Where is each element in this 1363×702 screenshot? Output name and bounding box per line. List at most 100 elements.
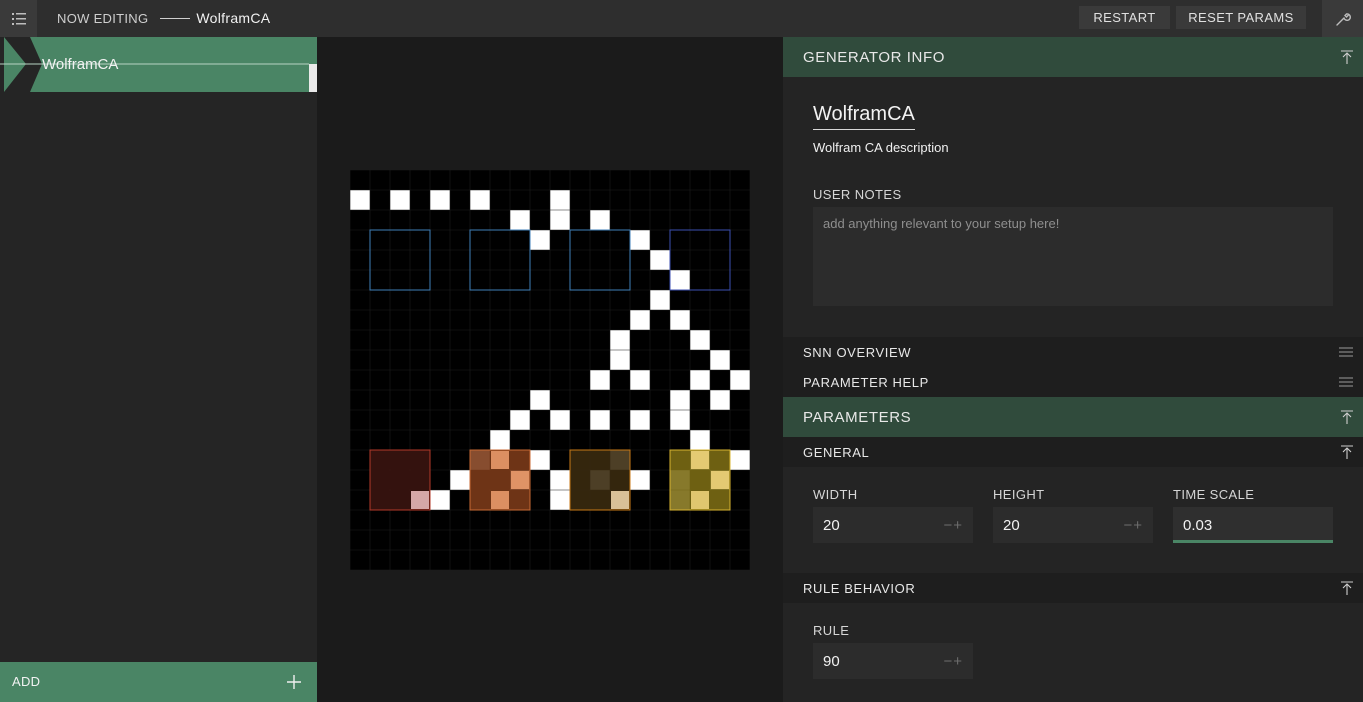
drag-handle-icon bbox=[1339, 347, 1353, 357]
width-stepper[interactable]: 20 −+ bbox=[813, 507, 973, 543]
active-cell bbox=[670, 310, 690, 330]
collapse-up-icon[interactable] bbox=[1341, 581, 1353, 595]
reset-params-button[interactable]: RESET PARAMS bbox=[1176, 6, 1306, 29]
info-panel: GENERATOR INFO WolframCA Wolfram CA desc… bbox=[783, 37, 1363, 702]
active-cell bbox=[650, 290, 670, 310]
rule-behavior-header[interactable]: RULE BEHAVIOR bbox=[783, 573, 1363, 603]
active-cell bbox=[430, 190, 450, 210]
active-cell bbox=[510, 210, 530, 230]
collapse-up-icon[interactable] bbox=[1341, 445, 1353, 459]
rule-behavior-title: RULE BEHAVIOR bbox=[803, 580, 916, 596]
active-cell bbox=[550, 410, 570, 430]
collapse-up-icon[interactable] bbox=[1341, 410, 1353, 424]
height-label: HEIGHT bbox=[993, 487, 1045, 502]
active-cell bbox=[670, 390, 690, 410]
active-cell bbox=[390, 190, 410, 210]
hamburger-menu-icon[interactable] bbox=[0, 0, 37, 37]
parameter-help-header[interactable]: PARAMETER HELP bbox=[783, 367, 1363, 397]
output-cell bbox=[491, 451, 509, 469]
output-cell bbox=[711, 471, 729, 489]
now-editing-label: NOW EDITING bbox=[57, 10, 149, 26]
plus-icon bbox=[287, 675, 301, 689]
collapse-up-icon[interactable] bbox=[1341, 50, 1353, 64]
height-value: 20 bbox=[1003, 517, 1020, 534]
rule-value: 90 bbox=[823, 653, 840, 670]
stepper-buttons[interactable]: −+ bbox=[943, 517, 963, 534]
active-cell bbox=[530, 390, 550, 410]
height-stepper[interactable]: 20 −+ bbox=[993, 507, 1153, 543]
output-cell bbox=[691, 491, 709, 509]
drag-handle-icon bbox=[1339, 377, 1353, 387]
snn-overview-title: SNN OVERVIEW bbox=[803, 344, 912, 360]
user-notes-textarea[interactable]: add anything relevant to your setup here… bbox=[813, 207, 1333, 306]
active-cell bbox=[530, 450, 550, 470]
active-cell bbox=[630, 370, 650, 390]
active-cell bbox=[510, 410, 530, 430]
active-cell bbox=[530, 230, 550, 250]
active-cell bbox=[670, 410, 690, 430]
output-cell bbox=[511, 471, 529, 489]
general-title: GENERAL bbox=[803, 444, 870, 460]
active-cell bbox=[650, 250, 670, 270]
parameter-help-title: PARAMETER HELP bbox=[803, 374, 929, 390]
time-scale-label: TIME SCALE bbox=[1173, 487, 1255, 502]
active-cell bbox=[610, 350, 630, 370]
active-cell bbox=[550, 190, 570, 210]
active-cell bbox=[590, 210, 610, 230]
active-cell bbox=[590, 410, 610, 430]
sidebar-item-wolframca[interactable]: WolframCA bbox=[0, 37, 317, 92]
restart-button[interactable]: RESTART bbox=[1079, 6, 1170, 29]
active-cell bbox=[350, 190, 370, 210]
stepper-buttons[interactable]: −+ bbox=[943, 653, 963, 670]
add-generator-button[interactable]: ADD bbox=[0, 662, 317, 702]
width-label: WIDTH bbox=[813, 487, 858, 502]
ca-grid[interactable] bbox=[350, 170, 750, 570]
output-cell bbox=[691, 451, 709, 469]
user-notes-label: USER NOTES bbox=[813, 187, 902, 202]
output-cell bbox=[411, 491, 429, 509]
active-cell bbox=[450, 470, 470, 490]
active-cell bbox=[730, 370, 750, 390]
generator-name: WolframCA bbox=[813, 103, 915, 130]
active-cell bbox=[630, 310, 650, 330]
active-cell bbox=[610, 330, 630, 350]
parameters-title: PARAMETERS bbox=[803, 408, 912, 426]
top-bar: NOW EDITING WolframCA RESTART RESET PARA… bbox=[0, 0, 1363, 37]
time-scale-input[interactable]: 0.03 bbox=[1173, 507, 1333, 543]
add-label: ADD bbox=[12, 674, 41, 689]
active-cell bbox=[710, 390, 730, 410]
active-cell bbox=[590, 370, 610, 390]
generator-description: Wolfram CA description bbox=[813, 140, 949, 155]
general-header[interactable]: GENERAL bbox=[783, 437, 1363, 467]
generator-info-title: GENERATOR INFO bbox=[803, 48, 946, 66]
active-cell bbox=[630, 470, 650, 490]
now-editing-indicator: NOW EDITING WolframCA bbox=[57, 10, 270, 26]
generator-sidebar: WolframCA ADD bbox=[0, 37, 317, 702]
rule-label: RULE bbox=[813, 623, 850, 638]
parameters-header[interactable]: PARAMETERS bbox=[783, 397, 1363, 437]
active-cell bbox=[430, 490, 450, 510]
stepper-buttons[interactable]: −+ bbox=[1123, 517, 1143, 534]
snn-overview-header[interactable]: SNN OVERVIEW bbox=[783, 337, 1363, 367]
active-cell bbox=[550, 470, 570, 490]
active-cell bbox=[670, 270, 690, 290]
active-cell bbox=[730, 450, 750, 470]
rule-stepper[interactable]: 90 −+ bbox=[813, 643, 973, 679]
generator-info-header[interactable]: GENERATOR INFO bbox=[783, 37, 1363, 77]
active-cell bbox=[690, 430, 710, 450]
width-value: 20 bbox=[823, 517, 840, 534]
current-generator-name: WolframCA bbox=[196, 10, 271, 26]
active-cell bbox=[470, 190, 490, 210]
active-cell bbox=[550, 490, 570, 510]
active-cell bbox=[690, 330, 710, 350]
active-cell bbox=[690, 370, 710, 390]
time-scale-value: 0.03 bbox=[1183, 517, 1213, 534]
wrench-icon[interactable] bbox=[1322, 0, 1363, 37]
active-cell bbox=[630, 410, 650, 430]
output-cell bbox=[611, 491, 629, 509]
active-cell bbox=[710, 350, 730, 370]
active-cell bbox=[550, 210, 570, 230]
active-cell bbox=[630, 230, 650, 250]
active-cell bbox=[490, 430, 510, 450]
sidebar-item-label: WolframCA bbox=[42, 56, 119, 73]
